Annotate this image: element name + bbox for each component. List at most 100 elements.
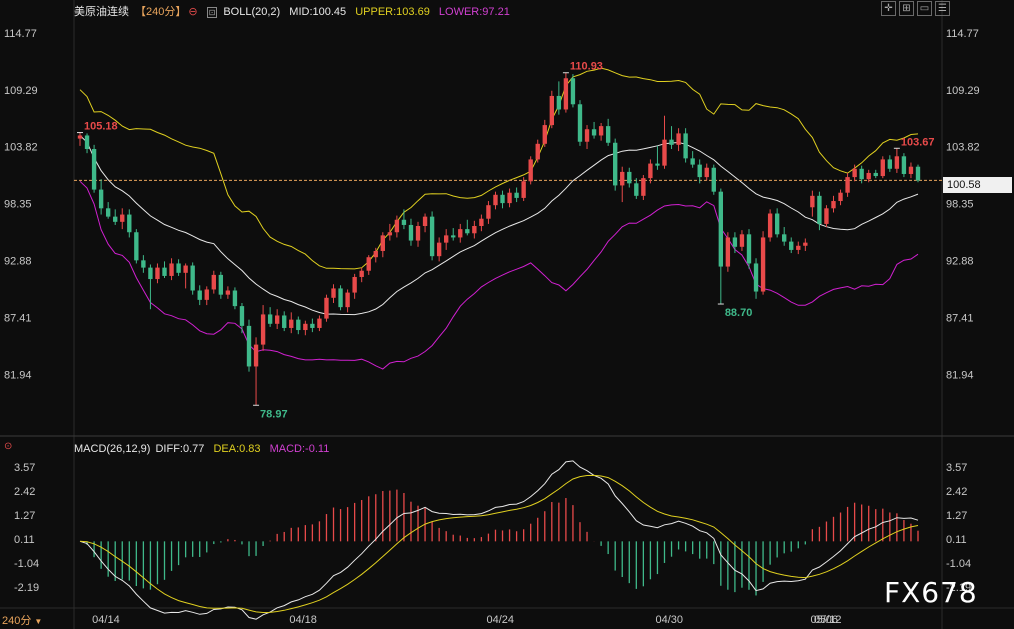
candle-body (253, 344, 259, 367)
main-header: 美原油连续 【240分】 ⊖ ⊡ BOLL(20,2) MID:100.45 UPPE… (74, 3, 516, 19)
candle-body (232, 290, 238, 307)
candle-body (831, 201, 836, 209)
candle-body (627, 171, 632, 184)
boll-lower-line (79, 180, 919, 370)
candle-body (444, 235, 449, 243)
candle-body (401, 219, 407, 225)
period-selector[interactable]: 240分 ▼ (2, 612, 42, 628)
candle-body (662, 139, 667, 166)
candle-body (218, 274, 224, 295)
candle-body (359, 270, 364, 277)
macd-value: MACD:-0.11 (269, 443, 330, 455)
fullscreen-icon[interactable]: ⊞ (899, 1, 914, 16)
candle-body (817, 195, 822, 224)
boll-mid: MID:100.45 (289, 6, 347, 18)
price-annotation: 78.97 (260, 408, 288, 420)
candle-body (528, 159, 533, 182)
candle-body (507, 192, 512, 204)
candle-body (225, 290, 231, 295)
candle-body (451, 235, 456, 238)
macd-tick-right: 3.57 (946, 462, 967, 474)
candle-body (782, 234, 787, 242)
candle-body (162, 267, 167, 276)
candle-body (169, 263, 174, 276)
macd-tick-right: 2.42 (946, 486, 967, 498)
candle-body (345, 292, 350, 308)
candle-body (91, 149, 97, 190)
candle-body (697, 164, 702, 178)
candle-body (141, 260, 146, 268)
candle-body (908, 166, 914, 174)
candle-body (810, 195, 815, 208)
candle-body (274, 315, 280, 324)
watermark-logo: FX678 (884, 576, 978, 609)
x-tick: 04/24 (487, 614, 515, 626)
candle-body (394, 219, 400, 233)
price-annotation: 110.93 (570, 61, 603, 73)
candle-body (331, 288, 336, 298)
candle-body (239, 306, 245, 326)
period-label[interactable]: 【240分】 (135, 6, 186, 18)
candle-body (77, 135, 83, 139)
bollinger-bands (74, 67, 942, 370)
boll-lower: LOWER:97.21 (438, 6, 510, 18)
candle-body (880, 159, 885, 177)
candle-body (535, 143, 540, 160)
candle-body (838, 192, 843, 202)
x-tick: 04/14 (92, 614, 120, 626)
candle-body (204, 289, 209, 300)
candle-body (796, 245, 801, 250)
candle-body (549, 95, 554, 126)
candle-body (746, 234, 752, 264)
y-tick-left: 87.41 (4, 312, 32, 324)
candle-body (373, 250, 378, 258)
macd-tick-right: 1.27 (946, 510, 967, 522)
boll-label: BOLL(20,2) (223, 6, 281, 18)
macd-settings-icon[interactable]: ⊙ (4, 441, 12, 452)
y-tick-right: 98.35 (946, 199, 974, 211)
candle-body (556, 95, 562, 110)
candle-body (584, 129, 590, 142)
candle-body (500, 194, 505, 204)
candle-body (824, 208, 829, 224)
candle-body (760, 237, 766, 292)
close-icon[interactable]: ☰ (935, 1, 950, 16)
period-dropdown-icon[interactable]: ▼ (34, 617, 42, 626)
candle-body (246, 325, 252, 367)
candle-body (634, 183, 639, 196)
candle-body (493, 194, 498, 206)
candle-body (310, 323, 315, 328)
candle-body (542, 125, 547, 144)
minus-icon[interactable]: ▭ (917, 1, 932, 16)
y-tick-left: 109.29 (4, 85, 38, 97)
candle-body (570, 78, 576, 105)
candle-body (859, 168, 864, 180)
candle-body (704, 167, 709, 178)
macd-tick-left: 1.27 (14, 510, 35, 522)
settings-icon[interactable]: ⊖ (188, 6, 197, 18)
boll-upper-line (79, 67, 919, 270)
candlestick-chart: 105.18 78.97 110.93 88.70 103.67 114.77 114.7… (0, 0, 1014, 629)
candle-body (472, 226, 477, 234)
candle-body (655, 163, 660, 166)
candle-body (852, 168, 857, 178)
candle-body (282, 315, 287, 328)
crosshair-icon[interactable]: ✛ (881, 1, 896, 16)
candle-body (197, 290, 202, 300)
candle-body (873, 172, 878, 177)
candle-body (105, 208, 111, 217)
candle-body (901, 156, 907, 174)
macd-tick-right: -1.04 (946, 558, 971, 570)
macd-dea: DEA:0.83 (213, 443, 261, 455)
boll-mid-line (79, 135, 919, 316)
x-tick: 04/18 (289, 614, 317, 626)
y-tick-left: 114.77 (4, 28, 37, 40)
candle-body (725, 237, 731, 267)
candle-body (155, 267, 160, 280)
macd-tick-left: -1.04 (14, 558, 39, 570)
candle-body (620, 171, 625, 186)
period-selector-label: 240分 (2, 615, 32, 627)
macd-label: MACD(26,12,9) (74, 443, 151, 455)
candle-body (718, 191, 724, 267)
y-tick-right: 87.41 (946, 312, 974, 324)
